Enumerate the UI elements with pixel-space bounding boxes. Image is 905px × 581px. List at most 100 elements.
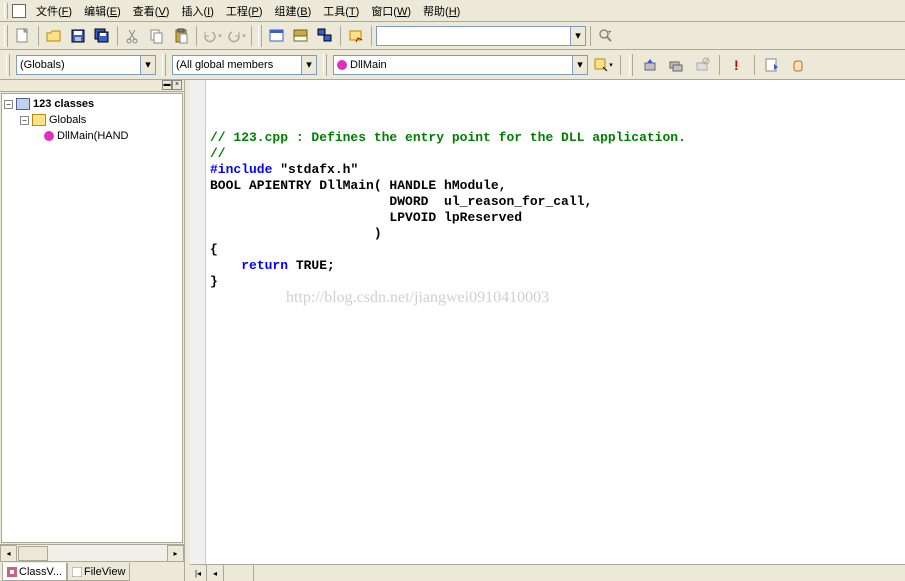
menu-e[interactable]: 编辑(E) xyxy=(78,4,127,20)
classview-icon xyxy=(7,567,17,577)
standard-toolbar: ▾ ▾ ▾ + xyxy=(0,22,905,50)
find-in-files-button[interactable]: + xyxy=(595,25,617,47)
code-text-area[interactable]: http://blog.csdn.net/jiangwei0910410003 … xyxy=(206,80,905,564)
stop-build-button[interactable] xyxy=(691,54,713,76)
scroll-right-button[interactable]: ▸ xyxy=(167,545,184,562)
redo-button[interactable]: ▾ xyxy=(225,25,247,47)
open-button[interactable] xyxy=(43,25,65,47)
menu-t[interactable]: 工具(T) xyxy=(317,4,365,20)
code-line: return TRUE; xyxy=(210,258,901,274)
expand-toggle[interactable]: − xyxy=(4,100,13,109)
scroll-track[interactable] xyxy=(17,545,167,561)
output-window-button[interactable] xyxy=(290,25,312,47)
goto-button[interactable]: ▾ xyxy=(592,54,614,76)
main-area: ▬ × − 123 classes − Globals DllMain(HAND… xyxy=(0,80,905,581)
folder-icon xyxy=(32,114,46,126)
tab-fileview[interactable]: FileView xyxy=(67,563,130,581)
wizbar-grip-2[interactable] xyxy=(162,54,166,76)
menubar-grip[interactable] xyxy=(4,3,8,19)
code-line: BOOL APIENTRY DllMain( HANDLE hModule, xyxy=(210,178,901,194)
code-line: DWORD ul_reason_for_call, xyxy=(210,194,901,210)
code-line: #include "stdafx.h" xyxy=(210,162,901,178)
scroll-thumb[interactable] xyxy=(18,546,48,561)
fileview-icon xyxy=(72,567,82,577)
mdi-doc-icon[interactable] xyxy=(12,4,26,18)
find-combo[interactable]: ▾ xyxy=(376,26,586,46)
scroll-left-button[interactable]: ◂ xyxy=(0,545,17,562)
menu-f[interactable]: 文件(F) xyxy=(30,4,78,20)
tree-func-label: DllMain(HAND xyxy=(57,130,129,142)
tree-root[interactable]: − 123 classes xyxy=(4,96,180,112)
tree-globals[interactable]: − Globals xyxy=(4,112,180,128)
sidebar-close-icon[interactable]: × xyxy=(172,80,182,90)
dropdown-arrow-icon[interactable]: ▾ xyxy=(140,56,155,74)
class-tree[interactable]: − 123 classes − Globals DllMain(HAND xyxy=(1,93,183,543)
save-button[interactable] xyxy=(67,25,89,47)
breakpoint-hand-button[interactable] xyxy=(787,54,809,76)
watermark-text: http://blog.csdn.net/jiangwei0910410003 xyxy=(286,290,549,306)
build-all-button[interactable] xyxy=(665,54,687,76)
copy-button[interactable] xyxy=(146,25,168,47)
function-combo-label: DllMain xyxy=(350,59,570,71)
tree-func[interactable]: DllMain(HAND xyxy=(4,128,180,144)
code-line: // xyxy=(210,146,901,162)
menu-v[interactable]: 查看(V) xyxy=(127,4,176,20)
members-combo-label: (All global members xyxy=(176,59,299,71)
split-box[interactable] xyxy=(224,565,254,581)
code-line: ) xyxy=(210,226,901,242)
window-list-button[interactable] xyxy=(314,25,336,47)
tab-classview-label: ClassV... xyxy=(19,566,62,578)
svg-text:+: + xyxy=(608,30,612,36)
sidebar-dock-icon[interactable]: ▬ xyxy=(162,80,172,90)
build-button[interactable] xyxy=(639,54,661,76)
paste-button[interactable] xyxy=(170,25,192,47)
method-icon xyxy=(337,60,347,70)
scroll-prev-button[interactable]: ◂ xyxy=(207,565,224,581)
save-all-button[interactable] xyxy=(91,25,113,47)
code-line: } xyxy=(210,274,901,290)
menu-p[interactable]: 工程(P) xyxy=(220,4,269,20)
dropdown-arrow-icon[interactable]: ▾ xyxy=(572,56,587,74)
dropdown-arrow-icon[interactable]: ▾ xyxy=(570,27,585,45)
sidebar-hscroll[interactable]: ◂ ▸ xyxy=(0,544,184,561)
dropdown-arrow-icon[interactable]: ▾ xyxy=(301,56,316,74)
method-icon xyxy=(44,131,54,141)
code-line: LPVOID lpReserved xyxy=(210,210,901,226)
tree-root-label: 123 classes xyxy=(33,98,94,110)
workspace-button[interactable] xyxy=(266,25,288,47)
go-button[interactable] xyxy=(761,54,783,76)
menu-w[interactable]: 窗口(W) xyxy=(365,4,417,20)
menu-h[interactable]: 帮助(H) xyxy=(417,4,466,20)
scope-combo[interactable]: (Globals) ▾ xyxy=(16,55,156,75)
wizbar-grip-4[interactable] xyxy=(629,54,633,76)
menu-bar: 文件(F)编辑(E)查看(V)插入(I)工程(P)组建(B)工具(T)窗口(W)… xyxy=(0,0,905,22)
wizbar-grip[interactable] xyxy=(6,54,10,76)
members-combo[interactable]: (All global members ▾ xyxy=(172,55,317,75)
wizbar-grip-3[interactable] xyxy=(323,54,327,76)
wizard-bar: (Globals) ▾ (All global members ▾ DllMai… xyxy=(0,50,905,80)
toolbar-grip[interactable] xyxy=(4,25,8,47)
tree-globals-label: Globals xyxy=(49,114,86,126)
tab-classview[interactable]: ClassV... xyxy=(2,563,67,581)
toolbar-grip-2[interactable] xyxy=(258,25,262,47)
editor-body: http://blog.csdn.net/jiangwei0910410003 … xyxy=(190,80,905,564)
undo-button[interactable]: ▾ xyxy=(201,25,223,47)
project-icon xyxy=(16,98,30,110)
sidebar-header: ▬ × xyxy=(0,80,184,92)
scroll-first-button[interactable]: |◂ xyxy=(190,565,207,581)
menu-b[interactable]: 组建(B) xyxy=(269,4,318,20)
editor-hscroll-track[interactable] xyxy=(254,565,905,581)
tab-fileview-label: FileView xyxy=(84,566,125,578)
workspace-sidebar: ▬ × − 123 classes − Globals DllMain(HAND… xyxy=(0,80,185,581)
menu-i[interactable]: 插入(I) xyxy=(175,4,219,20)
scope-combo-label: (Globals) xyxy=(20,59,138,71)
cut-button[interactable] xyxy=(122,25,144,47)
expand-toggle[interactable]: − xyxy=(20,116,29,125)
editor-gutter[interactable] xyxy=(190,80,206,564)
new-file-button[interactable] xyxy=(12,25,34,47)
tile-button[interactable] xyxy=(345,25,367,47)
function-combo[interactable]: DllMain ▾ xyxy=(333,55,588,75)
execute-button[interactable]: ! xyxy=(726,54,748,76)
code-editor: http://blog.csdn.net/jiangwei0910410003 … xyxy=(190,80,905,581)
code-line: { xyxy=(210,242,901,258)
